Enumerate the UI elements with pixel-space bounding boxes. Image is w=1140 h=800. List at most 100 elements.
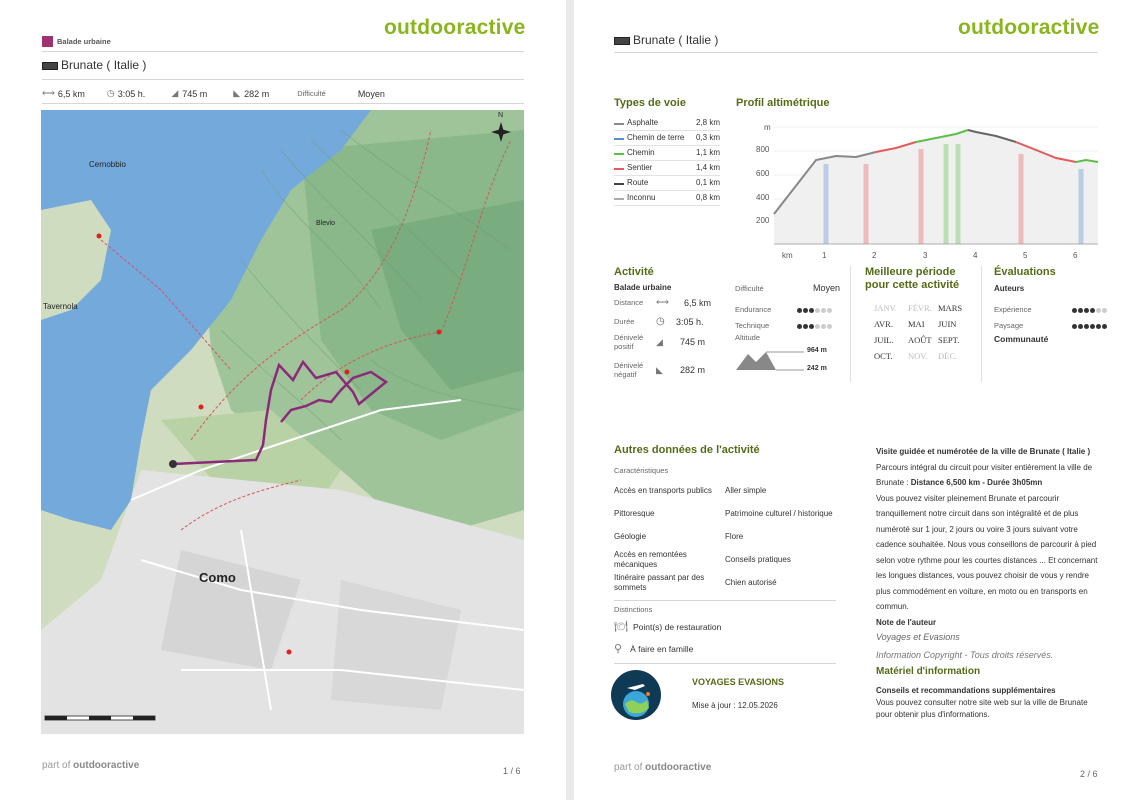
month-cell: FÉVR.: [908, 303, 932, 313]
characteristic-item: Conseils pratiques: [725, 554, 791, 564]
difficulte-label: Difficulté: [735, 283, 764, 293]
ascent-icon: ◢: [171, 88, 179, 98]
rating-dot: [809, 308, 814, 313]
voie-type-name: Inconnu: [627, 193, 656, 202]
rating-dot: [827, 308, 832, 313]
caracteristiques-left: Accès en transports publics Pittoresque Gé…: [614, 479, 722, 594]
voie-type-row: Inconnu 0,8 km: [614, 191, 720, 206]
periode-title: Meilleure période pour cette activité: [865, 266, 960, 291]
brand-logo: outdooractive: [958, 16, 1100, 39]
rating-dot: [821, 308, 826, 313]
rating-dot: [1102, 308, 1107, 313]
description-heading: Visite guidée et numérotée de la ville d…: [876, 447, 1091, 456]
rating-dot: [815, 308, 820, 313]
voie-color-swatch: [614, 138, 624, 140]
paysage-row: Paysage: [994, 316, 1108, 334]
month-cell: JANV.: [874, 303, 897, 313]
voie-type-name: Chemin de terre: [627, 133, 685, 142]
voie-type-name: Chemin: [627, 148, 655, 157]
caracteristiques-label: Caractéristiques: [614, 466, 669, 475]
map-label-north: N: [498, 112, 504, 119]
characteristic-item: Pittoresque: [614, 508, 655, 518]
voie-color-swatch: [614, 168, 624, 170]
pdf-page-1: outdooractive Balade urbaine Brunate ( I…: [0, 0, 566, 800]
duree-value: 3:05 h.: [676, 316, 704, 327]
dplus-label: Dénivelé positif: [614, 333, 644, 351]
month-cell: AOÛT: [908, 335, 932, 345]
voie-type-name: Route: [627, 178, 649, 187]
clock-icon: ◷: [656, 316, 665, 327]
month-cell: SEPT.: [938, 335, 960, 345]
title-text: Brunate ( Italie ): [61, 58, 147, 72]
rating-dot: [797, 308, 802, 313]
scale-bar: [44, 715, 156, 721]
note-label: Note de l'auteur: [876, 617, 937, 627]
materiel-title: Matériel d'information: [876, 666, 981, 677]
footer-part-of: part of: [42, 760, 71, 771]
month-cell: JUIN: [938, 319, 957, 329]
divider: [42, 103, 524, 104]
voie-type-row: Chemin 1,1 km: [614, 146, 720, 161]
pdf-page-2: outdooractive Brunate ( Italie ) Types d…: [574, 0, 1140, 800]
difficulte-value: Moyen: [813, 283, 841, 293]
rating-dot: [803, 324, 808, 329]
footer: part of outdooractive: [614, 762, 711, 773]
flag-icon: [614, 36, 630, 45]
evaluations-title: Évaluations: [994, 266, 1056, 278]
characteristic-item: Accès en remontées mécaniques: [614, 549, 687, 569]
activite-type: Balade urbaine: [614, 283, 672, 292]
map-label-blevio: Blevio: [316, 220, 336, 227]
footer-brand: outdooractive: [73, 760, 140, 771]
voie-color-swatch: [614, 123, 624, 125]
voie-type-row: Chemin de terre 0,3 km: [614, 131, 720, 146]
map-label-como: Como: [199, 570, 236, 585]
voie-type-value: 0,1 km: [695, 178, 720, 187]
update-date: Mise à jour : 12.05.2026: [692, 701, 778, 710]
activite-title: Activité: [614, 266, 654, 278]
distinction-text: À faire en famille: [630, 643, 694, 654]
month-cell: MAI: [908, 319, 925, 329]
voie-type-row: Asphalte 2,8 km: [614, 116, 720, 131]
description-block: Visite guidée et numérotée de la ville d…: [876, 444, 1104, 721]
rating-dot: [827, 324, 832, 329]
descent-value: 282 m: [244, 88, 270, 99]
copyright: Information Copyright - Tous droits rése…: [876, 649, 1054, 660]
paysage-rating: [1072, 316, 1108, 334]
footer: part of outdooractive: [42, 760, 139, 771]
start-marker[interactable]: [169, 460, 177, 468]
distance-value: 6,5 km: [57, 88, 85, 99]
distance-value: 6,5 km: [684, 297, 712, 308]
author-name[interactable]: VOYAGES EVASIONS: [692, 677, 784, 687]
rating-dot: [1084, 308, 1089, 313]
footer-part-of: part of: [614, 762, 643, 773]
route-map[interactable]: Como Cernobbio Tavernola Blevio N: [41, 110, 524, 734]
conseils-title: Conseils et recommandations supplémentai…: [876, 685, 1056, 695]
altitude-min: 242 m: [807, 365, 827, 372]
voie-type-value: 0,3 km: [695, 133, 720, 142]
month-cell: JUIL.: [874, 335, 894, 345]
characteristic-item: Flore: [725, 531, 744, 541]
clock-icon: ◷: [106, 88, 115, 98]
divider: [981, 266, 982, 382]
altitude-max: 964 m: [807, 347, 827, 354]
characteristic-item: Itinéraire passant par des sommets: [614, 572, 705, 592]
divider: [614, 663, 836, 664]
distance-icon: ⟷: [42, 88, 55, 98]
months-grid: JANV. FÉVR. MARS AVR. MAI JUIN JUIL. AOÛT SEPT. O…: [874, 303, 974, 361]
divider: [42, 51, 524, 52]
distinctions-label: Distinctions: [614, 605, 653, 614]
rating-dot: [1072, 324, 1077, 329]
rating-dot: [797, 324, 802, 329]
flag-icon: [42, 61, 58, 70]
month-cell: AVR.: [874, 319, 893, 329]
types-voie-list: Asphalte 2,8 km Chemin de terre 0,3 km Chemi…: [614, 116, 720, 206]
rating-dot: [1102, 324, 1107, 329]
descent-icon: ◣: [233, 88, 241, 98]
voie-type-name: Sentier: [627, 163, 653, 172]
voie-type-name: Asphalte: [627, 118, 659, 127]
divider: [42, 79, 524, 80]
characteristic-item: Aller simple: [725, 485, 767, 495]
voie-type-value: 2,8 km: [695, 118, 720, 127]
voie-color-swatch: [614, 153, 624, 155]
author-avatar[interactable]: [611, 670, 661, 720]
